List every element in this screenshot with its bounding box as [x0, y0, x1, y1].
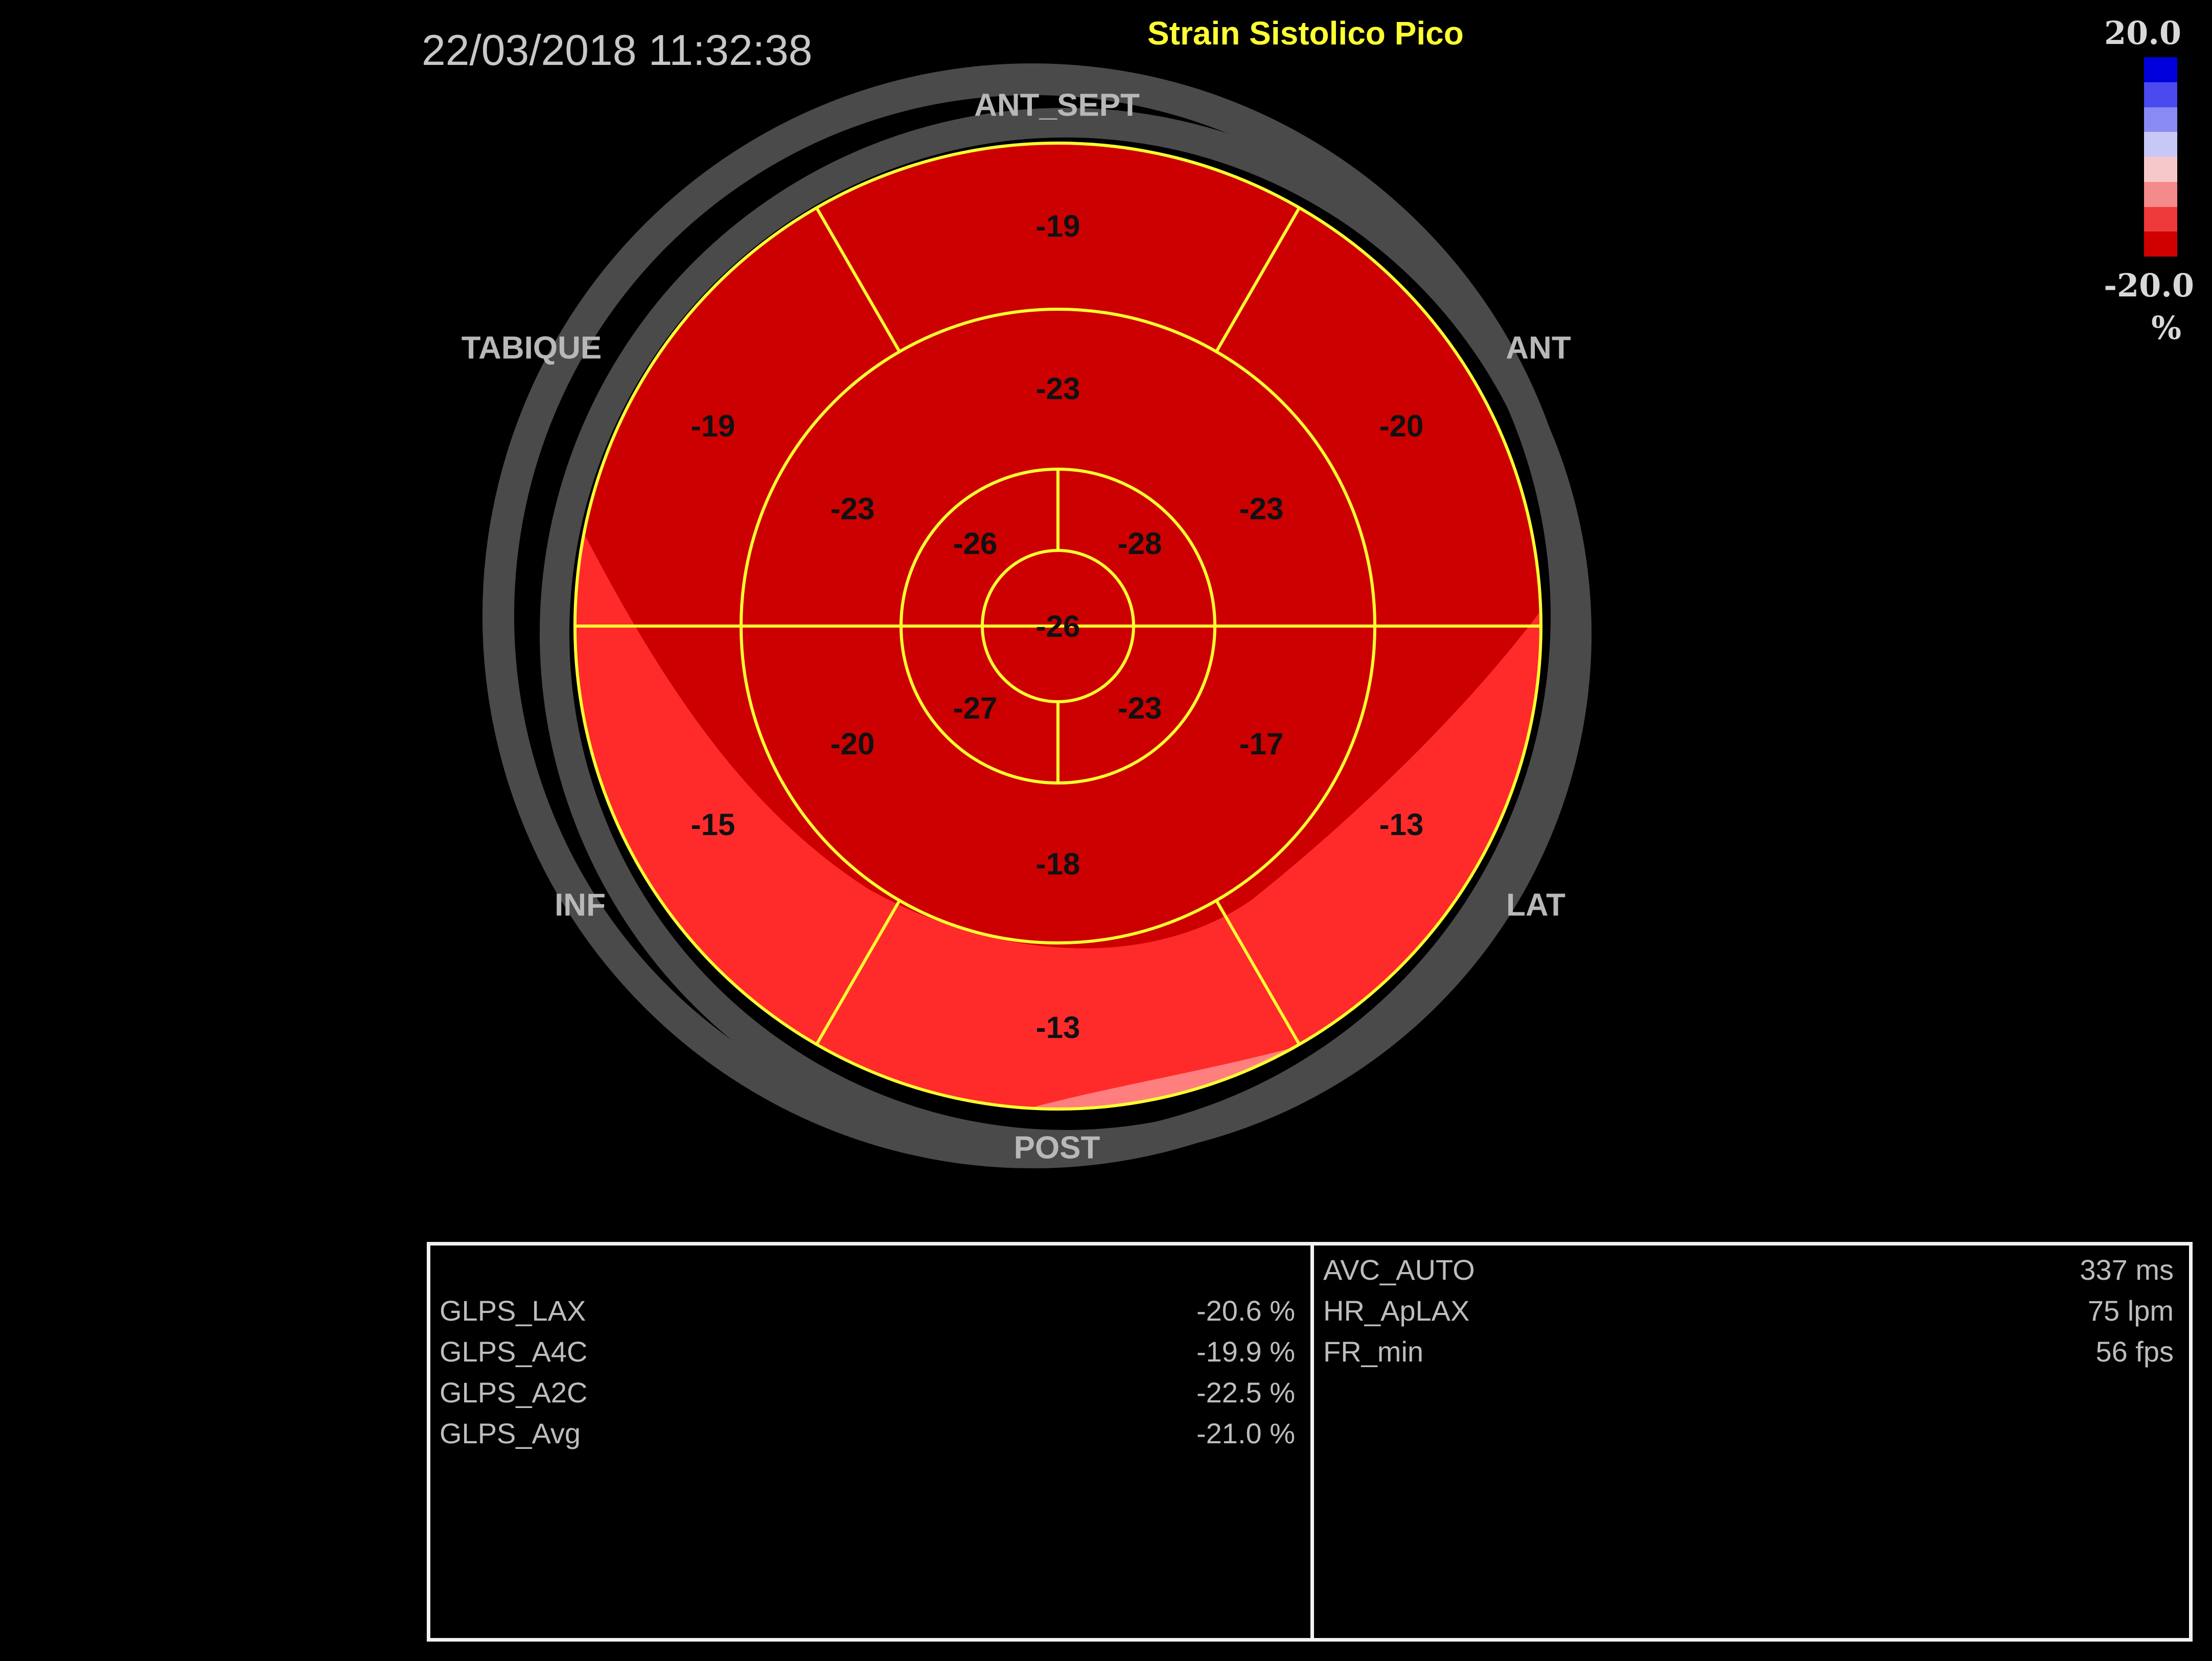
segment-mid-anterior: -23	[1036, 372, 1080, 406]
segment-mid-anteroseptal: -23	[831, 492, 875, 526]
segment-apical-anterior-right: -28	[1118, 526, 1162, 561]
wall-label-ant-sept: ANT_SEPT	[974, 87, 1140, 123]
segment-apical-inferior-left: -27	[953, 691, 998, 725]
segment-apical-inferior-right: -23	[1118, 691, 1162, 725]
segment-basal-anterior: -19	[1036, 209, 1080, 243]
segment-apex: -26	[1036, 609, 1080, 643]
segment-mid-inferior: -18	[1036, 847, 1080, 881]
result-row: GLPS_Avg -21.0 %	[440, 1417, 1295, 1458]
info-label: HR_ApLAX	[1323, 1295, 1470, 1327]
segment-mid-anterolateral: -23	[1239, 492, 1284, 526]
result-label: GLPS_A2C	[440, 1376, 588, 1409]
info-value: 56 fps	[2095, 1335, 2174, 1368]
info-value: 337 ms	[2080, 1254, 2174, 1286]
result-label: GLPS_Avg	[440, 1417, 581, 1449]
segment-basal-inferoseptal: -15	[691, 808, 735, 842]
result-label: GLPS_A4C	[440, 1335, 588, 1368]
info-label: FR_min	[1323, 1335, 1424, 1368]
segment-basal-anterolateral: -20	[1379, 409, 1424, 443]
result-row: GLPS_A4C -19.9 %	[440, 1335, 1295, 1376]
result-label: GLPS_LAX	[440, 1295, 586, 1327]
strain-bullseye-screen: 22/03/2018 11:32:38 Strain Sistolico Pic…	[0, 0, 2212, 1661]
wall-label-lat: LAT	[1506, 887, 1565, 922]
wall-label-post: POST	[1014, 1130, 1100, 1165]
result-row: GLPS_LAX -20.6 %	[440, 1294, 1295, 1335]
info-row: AVC_AUTO 337 ms	[1323, 1253, 2174, 1294]
info-row: HR_ApLAX 75 lpm	[1323, 1294, 2174, 1335]
segment-mid-inferolateral: -17	[1239, 727, 1284, 761]
bullseye-plot: -19 -20 -13 -13 -15 -19 -23 -23 -17 -18 …	[462, 63, 1592, 1168]
acquisition-info-panel: AVC_AUTO 337 ms HR_ApLAX 75 lpm FR_min 5…	[1310, 1242, 2193, 1642]
wall-label-ant: ANT	[1506, 330, 1571, 365]
wall-label-tabique: TABIQUE	[462, 330, 602, 365]
result-value: -20.6 %	[1196, 1295, 1295, 1327]
info-label: AVC_AUTO	[1323, 1254, 1475, 1286]
result-value: -19.9 %	[1196, 1335, 1295, 1368]
segment-mid-inferoseptal: -20	[831, 727, 875, 761]
result-row: GLPS_A2C -22.5 %	[440, 1376, 1295, 1417]
glps-results-panel: GLPS_LAX -20.6 % GLPS_A4C -19.9 % GLPS_A…	[427, 1242, 1314, 1642]
segment-basal-inferior: -13	[1036, 1010, 1080, 1045]
result-value: -22.5 %	[1196, 1376, 1295, 1409]
segment-apical-anterior-left: -26	[953, 526, 998, 561]
info-row: FR_min 56 fps	[1323, 1335, 2174, 1376]
result-value: -21.0 %	[1196, 1417, 1295, 1449]
segment-basal-inferolateral: -13	[1379, 808, 1424, 842]
wall-label-inf: INF	[555, 887, 606, 922]
info-value: 75 lpm	[2087, 1295, 2174, 1327]
segment-basal-anteroseptal: -19	[691, 409, 735, 443]
